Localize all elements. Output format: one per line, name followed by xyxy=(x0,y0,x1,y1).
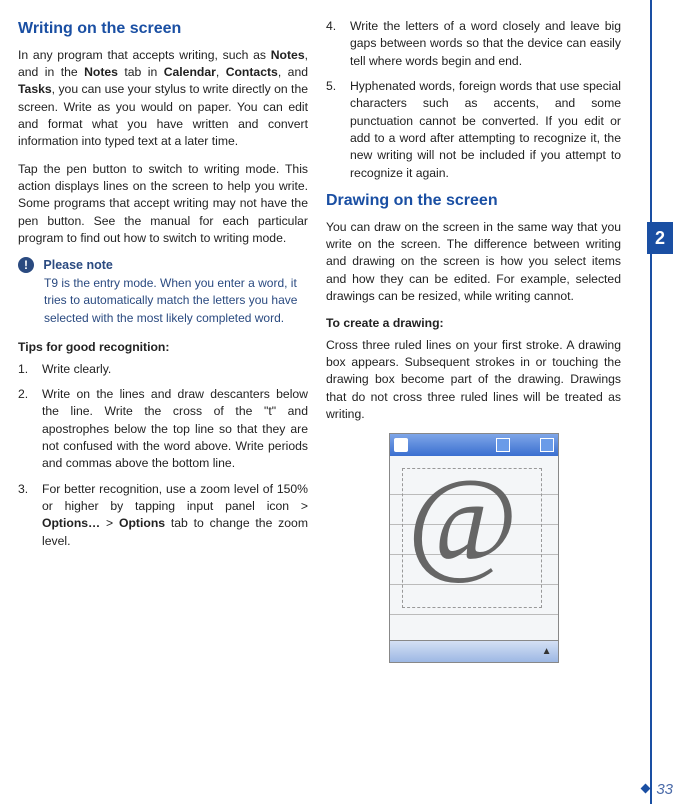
note-body: T9 is the entry mode. When you enter a w… xyxy=(44,275,308,327)
tips-heading: Tips for good recognition: xyxy=(18,339,308,356)
chapter-badge: 2 xyxy=(647,222,673,254)
heading-writing: Writing on the screen xyxy=(18,18,308,41)
list-item: For better recognition, use a zoom level… xyxy=(18,481,308,550)
page-content: Writing on the screen In any program tha… xyxy=(0,0,681,663)
drawing-cross: Cross three ruled lines on your first st… xyxy=(326,337,621,424)
right-column: Write the letters of a word closely and … xyxy=(326,18,621,663)
tips-list: Write clearly. Write on the lines and dr… xyxy=(18,361,308,550)
side-rail: 2 xyxy=(647,0,673,804)
sip-icon: ▲ xyxy=(542,645,552,659)
list-item: Write the letters of a word closely and … xyxy=(326,18,621,70)
page-number: 33 xyxy=(656,781,673,798)
ruled-line xyxy=(390,614,558,615)
left-column: Writing on the screen In any program tha… xyxy=(18,18,308,663)
spiral-doodle-icon: @ xyxy=(408,460,519,580)
writing-pen: Tap the pen button to switch to writing … xyxy=(18,161,308,248)
drawing-intro: You can draw on the screen in the same w… xyxy=(326,219,621,306)
note-title: Please note xyxy=(43,258,112,272)
heading-drawing: Drawing on the screen xyxy=(326,190,621,213)
start-icon xyxy=(394,438,408,452)
alert-icon: ! xyxy=(18,257,34,273)
list-item: Write clearly. xyxy=(18,361,308,378)
note-block: ! Please note T9 is the entry mode. When… xyxy=(18,257,308,327)
list-item: Hyphenated words, foreign words that use… xyxy=(326,78,621,182)
titlebar-icon xyxy=(540,438,554,452)
list-item: Write on the lines and draw descanters b… xyxy=(18,386,308,473)
create-drawing-heading: To create a drawing: xyxy=(326,315,621,332)
rail-line xyxy=(650,0,652,804)
drawing-screenshot: @ ▲ xyxy=(389,433,559,663)
titlebar-icon xyxy=(496,438,510,452)
screenshot-bottombar: ▲ xyxy=(390,640,558,662)
writing-intro: In any program that accepts writing, suc… xyxy=(18,47,308,151)
tips-list-cont: Write the letters of a word closely and … xyxy=(326,18,621,182)
